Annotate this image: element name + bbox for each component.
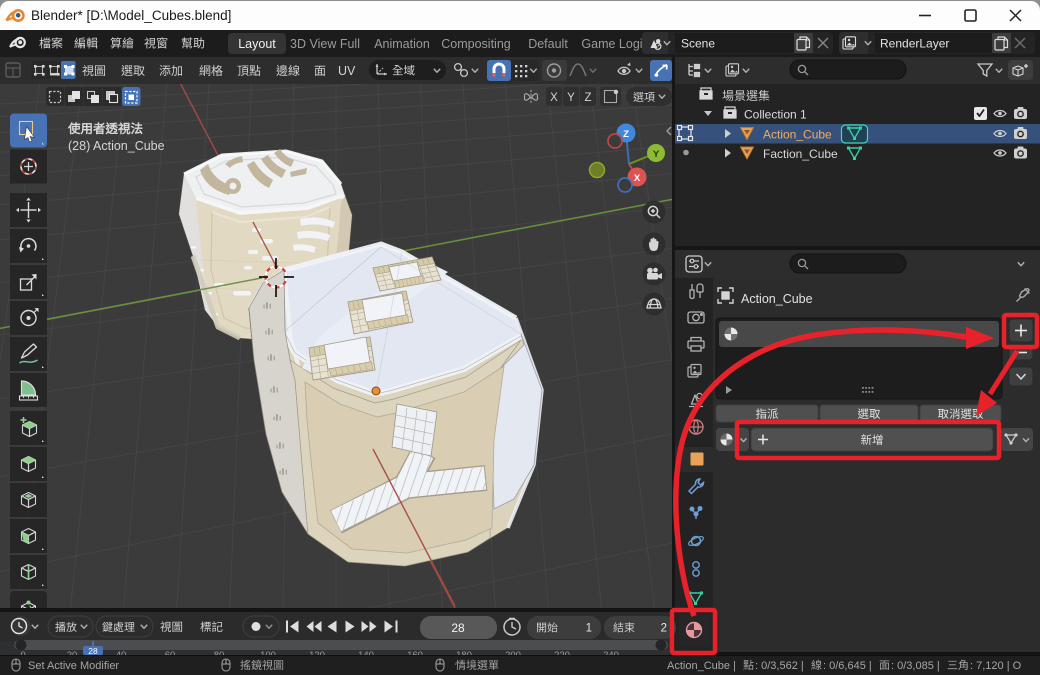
svg-text:X: X [634, 173, 641, 184]
svg-text:: 7,120 | O: : 7,120 | O [970, 660, 1022, 672]
svg-text:Compositing: Compositing [441, 37, 511, 51]
svg-text:: 0/3,085 |: : 0/3,085 | [891, 660, 940, 672]
svg-text:Set Active Modifier: Set Active Modifier [28, 660, 119, 672]
svg-text:Z: Z [584, 92, 591, 104]
svg-text:Layout: Layout [238, 37, 276, 51]
svg-text:X: X [550, 92, 558, 104]
svg-text:(28) Action_Cube: (28) Action_Cube [68, 139, 165, 153]
svg-text:Default: Default [528, 37, 568, 51]
svg-text:2: 2 [661, 623, 667, 635]
svg-text:: 0/6,645 |: : 0/6,645 | [823, 660, 872, 672]
svg-text:UV: UV [338, 64, 356, 78]
svg-text:28: 28 [88, 646, 98, 656]
svg-text:Animation: Animation [374, 37, 430, 51]
svg-text:Action_Cube: Action_Cube [741, 292, 813, 306]
svg-text:Game Logi: Game Logi [581, 37, 642, 51]
svg-text:Z: Z [623, 129, 629, 140]
svg-text:Blender* [D:\Model_Cubes.blend: Blender* [D:\Model_Cubes.blend] [31, 8, 231, 23]
svg-text:28: 28 [451, 621, 465, 635]
svg-text:: 0/3,562 |: : 0/3,562 | [755, 660, 804, 672]
svg-text:1: 1 [586, 623, 592, 635]
svg-text:Collection 1: Collection 1 [744, 108, 807, 122]
svg-text:RenderLayer: RenderLayer [880, 37, 949, 51]
svg-text:Action_Cube |: Action_Cube | [667, 660, 736, 672]
svg-text:3D View Full: 3D View Full [290, 37, 360, 51]
svg-text:Y: Y [653, 149, 660, 160]
svg-text:Scene: Scene [681, 37, 715, 51]
svg-text:Action_Cube: Action_Cube [763, 128, 832, 142]
svg-text:Faction_Cube: Faction_Cube [763, 147, 838, 161]
svg-text:Y: Y [567, 92, 575, 104]
